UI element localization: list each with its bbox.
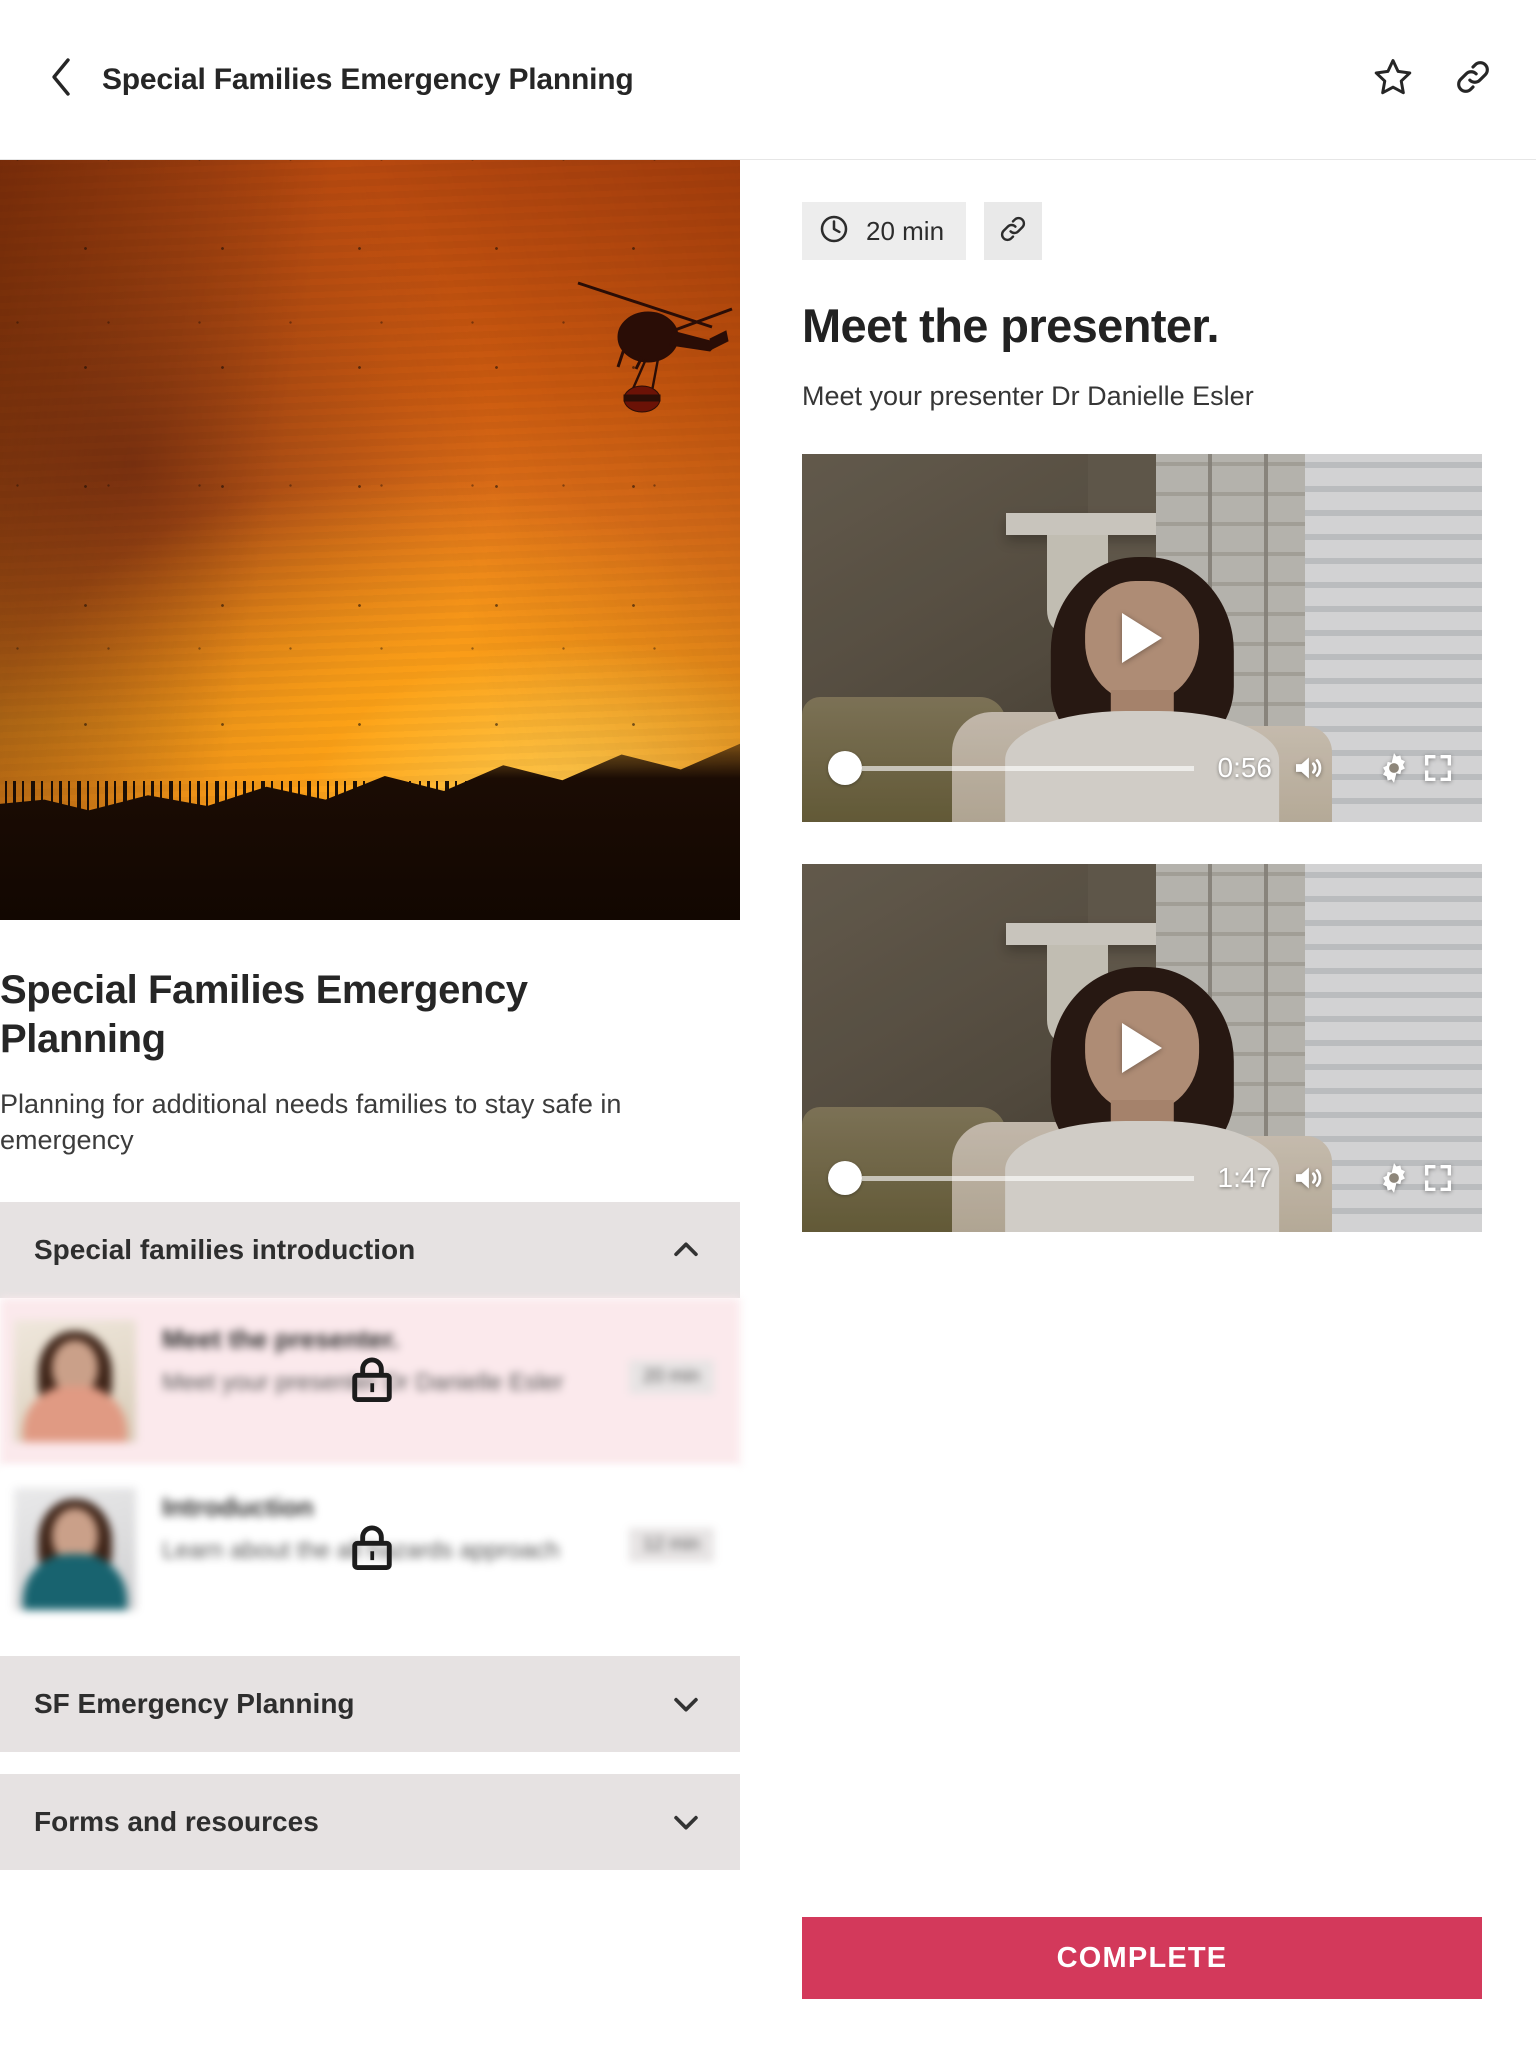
favorite-button[interactable] xyxy=(1370,57,1416,103)
lock-icon xyxy=(344,1520,400,1581)
link-icon xyxy=(1452,56,1494,103)
lesson-row-wrapper: Meet the presenter. Meet your presenter … xyxy=(0,1298,740,1467)
video-player-2[interactable]: 1:47 xyxy=(802,864,1482,1232)
volume-on-icon[interactable] xyxy=(1286,746,1330,790)
video-time: 0:56 xyxy=(1217,752,1273,783)
link-icon xyxy=(997,213,1029,250)
course-sidebar: Special Families Emergency Planning Plan… xyxy=(0,160,740,2047)
progress-bar[interactable] xyxy=(862,765,1194,771)
course-title: Special Families Emergency Planning xyxy=(0,968,528,1061)
progress-handle[interactable] xyxy=(828,1161,862,1195)
lock-icon xyxy=(344,1352,400,1413)
lesson-detail-title: Meet the presenter. xyxy=(802,299,1220,352)
accordion-header-forms-and-resources[interactable]: Forms and resources xyxy=(0,1774,740,1871)
duration-text: 20 min xyxy=(866,215,945,246)
back-button[interactable] xyxy=(40,57,82,102)
progress-handle[interactable] xyxy=(828,751,862,785)
lesson-title: Meet the presenter. xyxy=(162,1324,399,1355)
accordion-label: SF Emergency Planning xyxy=(34,1688,355,1720)
play-icon[interactable] xyxy=(1122,613,1162,663)
chevron-left-icon xyxy=(48,57,74,102)
lesson-thumbnail xyxy=(14,1320,136,1443)
chevron-up-icon[interactable] xyxy=(666,1230,706,1270)
lesson-detail-subtitle: Meet your presenter Dr Danielle Esler xyxy=(802,381,1254,411)
video-controls-1: 0:56 xyxy=(802,740,1482,796)
accordion-header-sf-emergency-planning[interactable]: SF Emergency Planning xyxy=(0,1656,740,1753)
course-hero-image xyxy=(0,160,740,920)
main-layout: Special Families Emergency Planning Plan… xyxy=(0,160,1536,2047)
course-info: Special Families Emergency Planning Plan… xyxy=(0,920,740,1158)
star-outline-icon xyxy=(1372,56,1414,103)
share-link-button[interactable] xyxy=(984,202,1043,260)
lesson-thumbnail xyxy=(14,1488,136,1611)
course-description: Planning for additional needs families t… xyxy=(0,1088,622,1156)
clock-icon xyxy=(818,213,850,250)
volume-on-icon[interactable] xyxy=(1286,1156,1330,1200)
lesson-badges: 20 min xyxy=(802,202,1482,260)
helicopter-silhouette xyxy=(560,265,740,445)
top-bar-actions xyxy=(1370,57,1496,103)
lesson-duration-badge: 20 min xyxy=(628,1360,714,1395)
lesson-detail-panel: 20 min Meet the presenter. Meet your pre… xyxy=(740,160,1536,2047)
accordion-label: Special families introduction xyxy=(34,1234,416,1266)
accordion-header-special-families-introduction[interactable]: Special families introduction xyxy=(0,1202,740,1299)
video-player-1[interactable]: 0:56 xyxy=(802,454,1482,822)
accordion-label: Forms and resources xyxy=(34,1806,319,1838)
lesson-row-wrapper: Introduction Learn about the all hazards… xyxy=(0,1466,740,1635)
fullscreen-icon[interactable] xyxy=(1416,1156,1460,1200)
copy-link-button[interactable] xyxy=(1450,57,1496,103)
complete-button[interactable]: COMPLETE xyxy=(802,1917,1482,1999)
top-bar: Special Families Emergency Planning xyxy=(0,0,1536,160)
video-controls-2: 1:47 xyxy=(802,1150,1482,1206)
lesson-title: Introduction xyxy=(162,1492,314,1523)
chevron-down-icon[interactable] xyxy=(666,1684,706,1724)
video-time: 1:47 xyxy=(1217,1162,1273,1193)
gear-icon[interactable] xyxy=(1372,1156,1416,1200)
gear-icon[interactable] xyxy=(1372,746,1416,790)
page-title: Special Families Emergency Planning xyxy=(102,62,634,96)
duration-badge: 20 min xyxy=(802,202,967,260)
fullscreen-icon[interactable] xyxy=(1416,746,1460,790)
chevron-down-icon[interactable] xyxy=(666,1802,706,1842)
lesson-duration-badge: 12 min xyxy=(628,1528,714,1563)
play-icon[interactable] xyxy=(1122,1023,1162,1073)
course-accordion: Special families introduction Meet the p… xyxy=(0,1202,740,1871)
progress-bar[interactable] xyxy=(862,1175,1194,1181)
